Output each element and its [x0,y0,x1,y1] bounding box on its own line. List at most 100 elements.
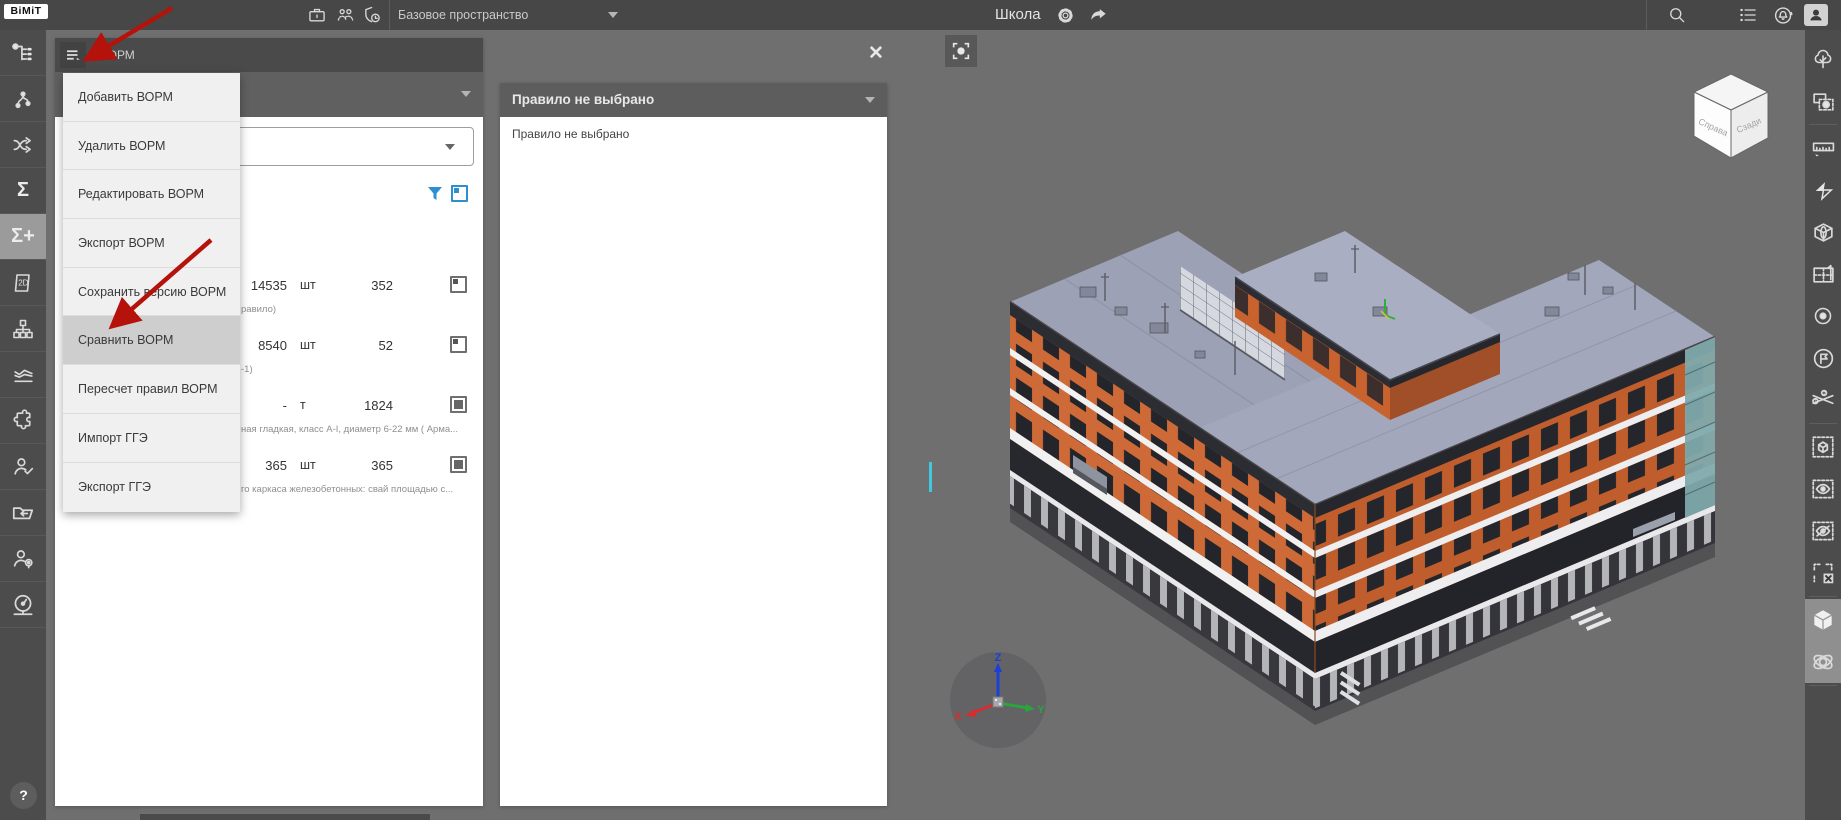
tool-cube-visibility[interactable] [1805,426,1841,468]
row-count: 352 [371,278,393,293]
match-routes-icon [13,136,31,153]
row-view-button[interactable] [450,456,467,473]
tool-connections[interactable] [0,76,46,122]
tool-structure[interactable] [0,306,46,352]
gear-icon [1057,7,1073,23]
bottom-panel-edge [140,814,430,820]
row-count: 1824 [364,398,393,413]
vorm-context-menu: Добавить ВОРМ Удалить ВОРМ Редактировать… [63,73,240,512]
tool-folder-transfer[interactable] [0,490,46,536]
app-logo[interactable]: BiMiT [4,4,48,19]
filter-button[interactable] [426,185,444,208]
tool-vegetation[interactable] [1805,38,1841,80]
plugins-icon [12,409,31,430]
tool-user-check[interactable] [0,444,46,490]
row-view-button[interactable] [450,336,467,353]
left-toolbar: Σ Σ+ 2D ? [0,30,46,820]
tool-locate[interactable] [1805,295,1841,337]
close-panel-button[interactable]: ✕ [866,44,886,64]
axis-x-label: X [954,711,962,723]
tool-sum[interactable]: Σ [0,168,46,214]
building-3d-model[interactable] [985,215,1745,730]
shield-status-button[interactable] [361,4,383,26]
hamburger-menu-icon [67,50,80,60]
menu-item-save-version-vorm[interactable]: Сохранить версию ВОРМ [63,268,240,317]
vorm-dropdown-chevron-icon [461,91,471,97]
model-tree-icon [12,42,32,60]
menu-item-compare-vorm[interactable]: Сравнить ВОРМ [63,316,240,366]
tool-plugins[interactable] [0,398,46,444]
tool-hide[interactable] [1805,510,1841,552]
svg-text:2: 2 [1823,391,1826,397]
layout-toggle-button[interactable] [451,185,468,202]
axis-z-label: Z [995,652,1002,664]
account-icon [1810,9,1822,21]
row-count: 52 [378,338,393,353]
row-description: ная гладкая, класс A-I, диаметр 6-22 мм … [241,424,459,435]
tool-floor-plan[interactable] [1805,253,1841,295]
menu-item-export-vorm[interactable]: Экспорт ВОРМ [63,219,240,268]
menu-item-edit-vorm[interactable]: Редактировать ВОРМ [63,170,240,220]
vorm-panel-header: ВОРМ [55,38,483,72]
tool-grid-axes[interactable]: 1 2 [1805,379,1841,421]
row-unit: шт [300,278,316,292]
tool-orbit[interactable] [1805,641,1841,683]
tool-dashboard[interactable] [0,582,46,628]
tool-measure[interactable] [1805,127,1841,169]
doc-2d-icon: 2D [14,273,30,292]
top-bar: BiMiT Базовое пространство Школа [0,0,1841,30]
menu-item-import-gge[interactable]: Импорт ГГЭ [63,414,240,463]
help-button[interactable]: ? [10,782,37,809]
tool-overlap-selection[interactable] [1805,80,1841,122]
row-view-button[interactable] [450,396,467,413]
tool-deselect[interactable] [1805,552,1841,594]
row-description: го каркаса железобетонных: свай площадью… [241,484,454,495]
rule-panel-body-text: Правило не выбрано [512,127,630,141]
app-logo-text: BiMiT [10,5,42,17]
workspace-chevron-down-icon[interactable] [608,12,618,18]
section-box-icon [1813,222,1833,242]
svg-text:2D: 2D [18,278,28,287]
row-view-button[interactable] [450,276,467,293]
solid-cube-icon [1814,610,1832,630]
tool-section-box[interactable] [1805,211,1841,253]
menu-item-delete-vorm[interactable]: Удалить ВОРМ [63,122,240,171]
tool-trends[interactable] [0,352,46,398]
navigation-cube[interactable]: Справа Сзади [1688,70,1774,162]
briefcase-button[interactable] [306,4,328,26]
tool-flag[interactable] [1805,337,1841,379]
settings-button[interactable] [1054,4,1076,26]
right-toolbar: 1 2 [1805,30,1841,820]
tool-match-routes[interactable] [0,122,46,168]
menu-item-export-gge[interactable]: Экспорт ГГЭ [63,463,240,512]
vorm-menu-button[interactable] [60,42,86,68]
row-view-glyph [453,279,458,284]
orbit-icon [1813,654,1833,670]
search-button[interactable] [1666,4,1688,26]
tool-solid-view[interactable] [1805,599,1841,641]
grid-axes-icon: 1 2 [1812,389,1834,405]
notifications-button[interactable] [1772,4,1794,26]
tool-sum-add[interactable]: Σ+ [0,214,46,260]
svg-text:1: 1 [1814,399,1817,405]
panel-scrollbar[interactable] [929,462,932,492]
structure-icon [13,319,33,338]
axis-gizmo[interactable]: Z X Y [948,650,1048,750]
workspace-selector[interactable]: Базовое пространство [398,0,528,30]
menu-item-add-vorm[interactable]: Добавить ВОРМ [63,73,240,122]
tool-doc-2d[interactable]: 2D [0,260,46,306]
account-button[interactable] [1804,4,1828,26]
share-button[interactable] [1088,4,1110,26]
rule-panel-title: Правило не выбрано [512,92,655,107]
focus-model-button[interactable] [945,35,977,67]
tool-user-location[interactable] [0,536,46,582]
tool-clash[interactable] [1805,169,1841,211]
rule-panel-header[interactable]: Правило не выбрано [500,83,887,117]
tool-show[interactable] [1805,468,1841,510]
menu-item-recalc-rules-vorm[interactable]: Пересчет правил ВОРМ [63,365,240,414]
team-button[interactable] [334,4,356,26]
topbar-divider-left [389,0,390,30]
share-icon [1091,9,1106,20]
list-button[interactable] [1737,4,1759,26]
tool-model-tree[interactable] [0,30,46,76]
